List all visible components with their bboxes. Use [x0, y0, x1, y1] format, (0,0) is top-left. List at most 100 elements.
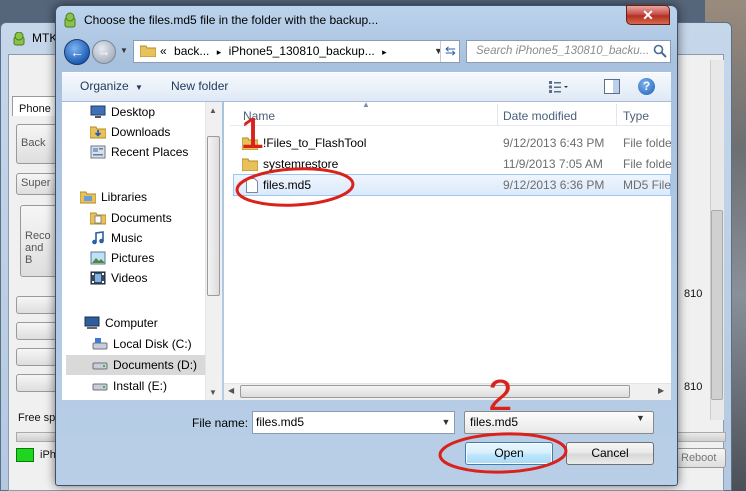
column-header-date-modified[interactable]: Date modified — [503, 109, 577, 123]
documents-icon — [90, 212, 106, 225]
videos-icon — [90, 271, 106, 285]
nav-label: Computer — [105, 316, 158, 330]
breadcrumb-overflow[interactable]: « — [160, 44, 167, 58]
file-name-dropdown-icon[interactable]: ▼ — [438, 412, 454, 433]
sort-ascending-icon: ▲ — [362, 100, 370, 109]
status-indicator-icon — [16, 448, 34, 462]
downloads-folder-icon — [90, 126, 106, 139]
dialog-title: Choose the files.md5 file in the folder … — [84, 13, 379, 27]
column-divider[interactable] — [497, 104, 498, 126]
nav-item-documents[interactable]: Documents — [70, 208, 206, 228]
nav-item-local-disk-c[interactable]: Local Disk (C:) — [91, 334, 205, 354]
nav-item-install-e[interactable]: Install (E:) — [91, 376, 205, 396]
background-status-label: iPh — [40, 449, 56, 461]
background-backup-button[interactable]: Back — [16, 124, 58, 164]
android-icon — [13, 32, 25, 46]
file-name-input[interactable]: files.md5 — [252, 411, 455, 434]
recent-places-icon — [90, 145, 106, 159]
nav-item-documents-d[interactable]: Documents (D:) — [66, 355, 205, 375]
nav-label: Desktop — [111, 105, 156, 119]
file-type: MD5 File — [623, 178, 672, 192]
scroll-down-icon[interactable]: ▼ — [209, 388, 217, 397]
navigation-scrollbar-thumb[interactable] — [207, 136, 220, 296]
file-row-selected[interactable]: files.md5 9/12/2013 6:36 PM MD5 File — [233, 174, 671, 196]
libraries-icon — [80, 191, 96, 204]
file-name: !Files_to_FlashTool — [263, 136, 367, 150]
android-icon — [64, 12, 76, 28]
new-folder-button[interactable]: New folder — [171, 79, 228, 93]
background-free-space-label: Free sp — [18, 412, 56, 424]
folder-icon — [140, 45, 156, 57]
nav-item-computer[interactable]: Computer — [84, 313, 158, 333]
background-scrollbar-thumb[interactable] — [711, 210, 723, 400]
background-button-c[interactable] — [16, 348, 58, 366]
search-placeholder: Search iPhone5_130810_backu... — [476, 45, 650, 57]
nav-item-libraries[interactable]: Libraries — [80, 187, 147, 207]
background-button-a[interactable] — [16, 296, 58, 314]
file-date: 9/12/2013 6:36 PM — [503, 178, 605, 192]
file-date: 9/12/2013 6:43 PM — [503, 136, 605, 150]
background-button-d[interactable] — [16, 374, 58, 392]
scroll-right-icon[interactable]: ▶ — [658, 386, 664, 395]
back-button[interactable]: ← — [64, 39, 90, 65]
drive-icon — [92, 362, 108, 370]
music-icon — [92, 231, 104, 245]
background-recovery-button[interactable]: Reco and B — [20, 205, 58, 277]
arrow-right-icon: → — [97, 44, 111, 59]
background-app-title: MTK — [32, 31, 58, 45]
pictures-icon — [90, 251, 106, 265]
chevron-down-icon[interactable]: ▼ — [636, 413, 645, 423]
background-value-1: 810 — [684, 288, 703, 300]
preview-pane-icon[interactable] — [604, 79, 620, 94]
nav-item-downloads[interactable]: Downloads — [70, 122, 206, 142]
annotation-step-2: 2 — [488, 371, 513, 420]
file-date: 11/9/2013 7:05 AM — [503, 157, 603, 171]
change-view-icon[interactable] — [548, 80, 568, 94]
favorites-group: Desktop Downloads Recent Places — [70, 102, 206, 162]
background-super-button[interactable]: Super — [16, 173, 58, 195]
background-value-2: 810 — [684, 381, 703, 393]
nav-item-recent-places[interactable]: Recent Places — [70, 142, 206, 162]
annotation-step-1: 1 — [240, 109, 265, 158]
nav-label: Music — [111, 231, 143, 245]
file-name-label: File name: — [192, 416, 249, 430]
nav-item-videos[interactable]: Videos — [70, 268, 206, 288]
horizontal-scrollbar-thumb[interactable] — [240, 385, 630, 398]
help-button[interactable]: ? — [638, 78, 655, 95]
breadcrumb-item-backup[interactable]: back... — [174, 44, 209, 58]
recent-locations-dropdown[interactable]: ▼ — [120, 46, 128, 55]
column-divider[interactable] — [616, 104, 617, 126]
background-reboot-button[interactable]: Reboot — [676, 448, 726, 468]
breadcrumb-item-iphone-backup[interactable]: iPhone5_130810_backup... — [229, 44, 375, 58]
local-disk-icon — [92, 338, 108, 350]
refresh-button[interactable]: ⇆ — [440, 41, 460, 62]
file-type: File folde — [623, 136, 672, 150]
file-row-folder-2[interactable]: systemrestore 11/9/2013 7:05 AM File fol… — [240, 154, 672, 175]
arrow-left-icon: ← — [70, 44, 84, 60]
background-button-b[interactable] — [16, 322, 58, 340]
folder-icon — [242, 158, 258, 171]
file-row-folder-1[interactable]: !Files_to_FlashTool 9/12/2013 6:43 PM Fi… — [240, 133, 672, 154]
nav-item-desktop[interactable]: Desktop — [70, 102, 206, 122]
close-button[interactable]: ✕ — [626, 5, 670, 25]
open-button[interactable]: Open — [465, 442, 553, 465]
nav-label: Documents (D:) — [113, 358, 198, 372]
nav-label: Install (E:) — [113, 379, 168, 393]
nav-item-pictures[interactable]: Pictures — [70, 248, 206, 268]
scroll-up-icon[interactable]: ▲ — [209, 106, 217, 115]
nav-label: Pictures — [111, 251, 155, 265]
nav-item-music[interactable]: Music — [70, 228, 206, 248]
column-header-type[interactable]: Type — [623, 109, 649, 123]
nav-label: Local Disk (C:) — [113, 337, 192, 351]
breadcrumb-separator-icon[interactable]: ▸ — [382, 47, 387, 57]
scroll-left-icon[interactable]: ◀ — [228, 386, 234, 395]
breadcrumb-separator-icon[interactable]: ▸ — [217, 47, 222, 57]
organize-label: Organize — [80, 79, 129, 93]
organize-button[interactable]: Organize ▼ — [80, 79, 143, 93]
drive-icon — [92, 383, 108, 391]
background-tab-phone[interactable]: Phone — [12, 96, 58, 116]
forward-button[interactable]: → — [92, 40, 116, 64]
file-icon — [246, 178, 258, 193]
cancel-button[interactable]: Cancel — [566, 442, 654, 465]
search-icon — [653, 44, 667, 58]
